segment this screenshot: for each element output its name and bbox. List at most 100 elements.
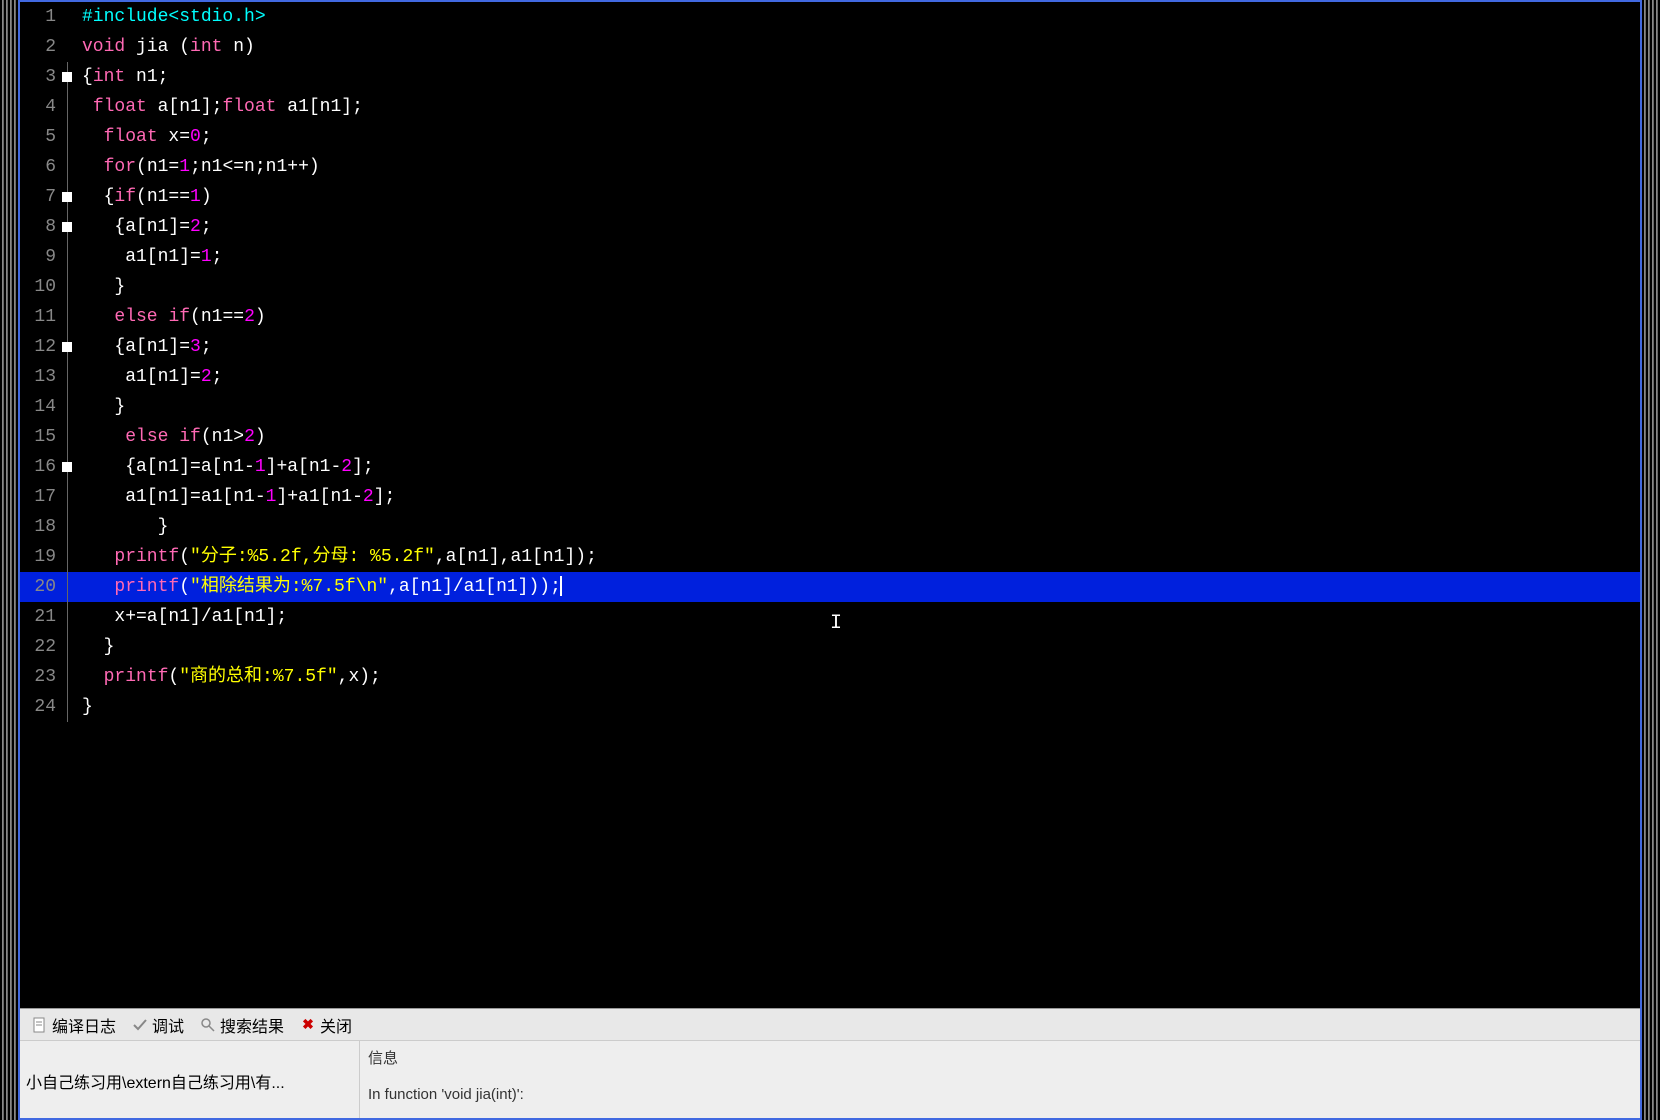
line-number: 3 — [20, 62, 60, 92]
file-path-cell[interactable]: 小自己练习用\extern自己练习用\有... — [26, 1069, 353, 1093]
code-content[interactable]: {a[n1]=a[n1-1]+a[n1-2]; — [78, 452, 1640, 482]
code-content[interactable]: {a[n1]=2; — [78, 212, 1640, 242]
code-content[interactable]: a1[n1]=1; — [78, 242, 1640, 272]
fold-gutter[interactable] — [60, 572, 78, 602]
messages-area: 小自己练习用\extern自己练习用\有... 信息 In function '… — [20, 1041, 1640, 1118]
code-content[interactable]: {a[n1]=3; — [78, 332, 1640, 362]
info-column-header: 信息 — [368, 1045, 1632, 1070]
code-line[interactable]: 3 {int n1; — [20, 62, 1640, 92]
tab-label: 调试 — [152, 1013, 184, 1037]
line-number: 9 — [20, 242, 60, 272]
code-line[interactable]: 16 {a[n1]=a[n1-1]+a[n1-2]; — [20, 452, 1640, 482]
line-number: 6 — [20, 152, 60, 182]
code-line[interactable]: 20 printf("相除结果为:%7.5f\n",a[n1]/a1[n1]))… — [20, 572, 1640, 602]
code-content[interactable]: for(n1=1;n1<=n;n1++) — [78, 152, 1640, 182]
line-number: 19 — [20, 542, 60, 572]
tab-compile-log[interactable]: 编译日志 — [24, 1009, 124, 1040]
code-content[interactable]: a1[n1]=a1[n1-1]+a1[n1-2]; — [78, 482, 1640, 512]
fold-marker-icon[interactable] — [62, 222, 72, 232]
fold-gutter[interactable] — [60, 272, 78, 302]
code-content[interactable]: float a[n1];float a1[n1]; — [78, 92, 1640, 122]
code-content[interactable]: void jia (int n) — [78, 32, 1640, 62]
fold-gutter[interactable] — [60, 632, 78, 662]
code-content[interactable]: } — [78, 272, 1640, 302]
code-content[interactable]: } — [78, 632, 1640, 662]
fold-marker-icon[interactable] — [62, 342, 72, 352]
code-content[interactable]: x+=a[n1]/a1[n1]; — [78, 602, 1640, 632]
line-number: 7 — [20, 182, 60, 212]
code-content[interactable]: } — [78, 512, 1640, 542]
file-column[interactable]: 小自己练习用\extern自己练习用\有... — [20, 1041, 360, 1118]
code-content[interactable]: a1[n1]=2; — [78, 362, 1640, 392]
line-number: 16 — [20, 452, 60, 482]
fold-gutter[interactable] — [60, 542, 78, 572]
fold-gutter[interactable] — [60, 152, 78, 182]
fold-gutter[interactable] — [60, 92, 78, 122]
code-line[interactable]: 5 float x=0; — [20, 122, 1640, 152]
code-content[interactable]: else if(n1>2) — [78, 422, 1640, 452]
tab-search-results[interactable]: 搜索结果 — [192, 1009, 292, 1040]
fold-marker-icon[interactable] — [62, 72, 72, 82]
code-line[interactable]: 23 printf("商的总和:%7.5f",x); — [20, 662, 1640, 692]
fold-marker-icon[interactable] — [62, 462, 72, 472]
tab-label: 关闭 — [320, 1013, 352, 1037]
fold-gutter[interactable] — [60, 422, 78, 452]
code-line[interactable]: 19 printf("分子:%5.2f,分母: %5.2f",a[n1],a1[… — [20, 542, 1640, 572]
code-editor[interactable]: 1#include<stdio.h>2 void jia (int n) 3 {int… — [20, 2, 1640, 1008]
fold-gutter[interactable] — [60, 332, 78, 362]
code-line[interactable]: 18 } — [20, 512, 1640, 542]
fold-gutter[interactable] — [60, 62, 78, 92]
code-line[interactable]: 17 a1[n1]=a1[n1-1]+a1[n1-2]; — [20, 482, 1640, 512]
code-content[interactable]: #include<stdio.h> — [78, 2, 1640, 32]
code-line[interactable]: 22 } — [20, 632, 1640, 662]
code-line[interactable]: 10 } — [20, 272, 1640, 302]
code-line[interactable]: 12 {a[n1]=3; — [20, 332, 1640, 362]
code-line[interactable]: 4 float a[n1];float a1[n1]; — [20, 92, 1640, 122]
code-content[interactable]: } — [78, 392, 1640, 422]
fold-gutter[interactable] — [60, 482, 78, 512]
code-content[interactable]: printf("商的总和:%7.5f",x); — [78, 662, 1640, 692]
fold-gutter[interactable] — [60, 362, 78, 392]
code-line[interactable]: 24} — [20, 692, 1640, 722]
fold-gutter[interactable] — [60, 182, 78, 212]
search-icon — [200, 1017, 216, 1033]
fold-gutter[interactable] — [60, 392, 78, 422]
code-content[interactable]: printf("相除结果为:%7.5f\n",a[n1]/a1[n1])); — [78, 572, 1640, 602]
tab-label: 编译日志 — [52, 1013, 116, 1037]
fold-gutter[interactable] — [60, 242, 78, 272]
code-line[interactable]: 13 a1[n1]=2; — [20, 362, 1640, 392]
fold-gutter[interactable] — [60, 452, 78, 482]
fold-gutter[interactable] — [60, 32, 78, 62]
fold-marker-icon[interactable] — [62, 192, 72, 202]
code-content[interactable]: {int n1; — [78, 62, 1640, 92]
tab-close[interactable]: ✖ 关闭 — [292, 1009, 360, 1040]
line-number: 14 — [20, 392, 60, 422]
tab-debug[interactable]: 调试 — [124, 1009, 192, 1040]
code-content[interactable]: {if(n1==1) — [78, 182, 1640, 212]
fold-gutter[interactable] — [60, 512, 78, 542]
code-line[interactable]: 11 else if(n1==2) — [20, 302, 1640, 332]
code-line[interactable]: 6 for(n1=1;n1<=n;n1++) — [20, 152, 1640, 182]
code-line[interactable]: 9 a1[n1]=1; — [20, 242, 1640, 272]
code-line[interactable]: 2 void jia (int n) — [20, 32, 1640, 62]
code-line[interactable]: 7 {if(n1==1) — [20, 182, 1640, 212]
fold-gutter[interactable] — [60, 662, 78, 692]
code-line[interactable]: 8 {a[n1]=2; — [20, 212, 1640, 242]
code-line[interactable]: 14 } — [20, 392, 1640, 422]
line-number: 11 — [20, 302, 60, 332]
line-number: 2 — [20, 32, 60, 62]
compiler-error-message[interactable]: In function 'void jia(int)': — [368, 1070, 1632, 1103]
code-content[interactable]: else if(n1==2) — [78, 302, 1640, 332]
fold-gutter[interactable] — [60, 602, 78, 632]
fold-gutter[interactable] — [60, 122, 78, 152]
line-number: 4 — [20, 92, 60, 122]
code-line[interactable]: 15 else if(n1>2) — [20, 422, 1640, 452]
fold-gutter[interactable] — [60, 2, 78, 32]
code-content[interactable]: } — [78, 692, 1640, 722]
fold-gutter[interactable] — [60, 692, 78, 722]
fold-gutter[interactable] — [60, 212, 78, 242]
fold-gutter[interactable] — [60, 302, 78, 332]
code-line[interactable]: 1#include<stdio.h> — [20, 2, 1640, 32]
code-content[interactable]: float x=0; — [78, 122, 1640, 152]
code-content[interactable]: printf("分子:%5.2f,分母: %5.2f",a[n1],a1[n1]… — [78, 542, 1640, 572]
